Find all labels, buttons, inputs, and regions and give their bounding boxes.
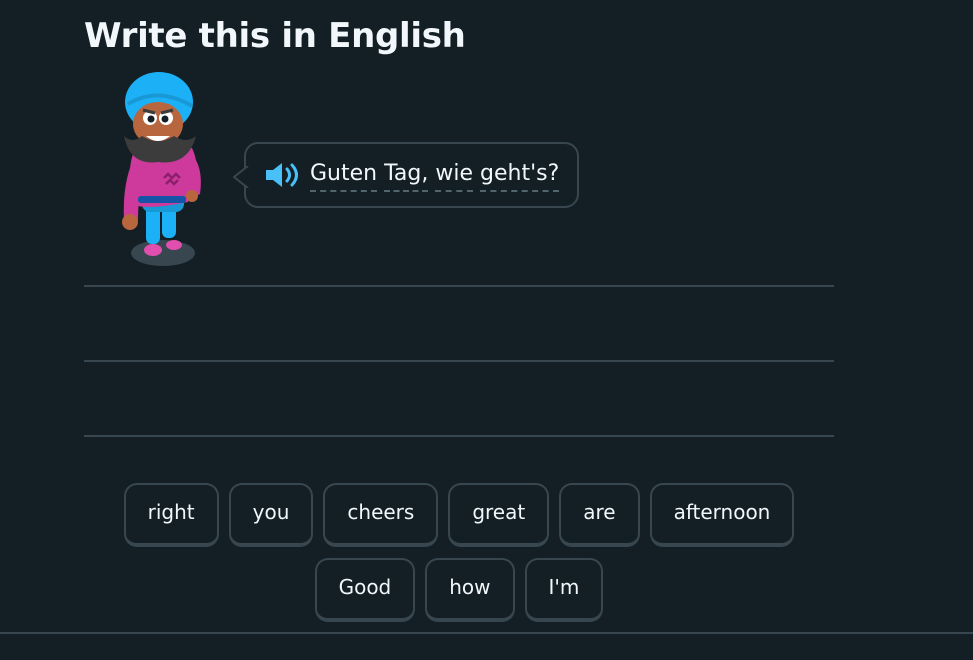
word-tile-im[interactable]: I'm bbox=[524, 558, 604, 622]
prompt-sentence: Guten Tag, wie geht's? bbox=[310, 160, 560, 192]
prompt-word[interactable]: geht's? bbox=[480, 160, 560, 192]
speech-bubble: Guten Tag, wie geht's? bbox=[233, 142, 580, 208]
word-tile-how[interactable]: how bbox=[425, 558, 515, 622]
word-tile-great[interactable]: great bbox=[448, 483, 550, 547]
character-avatar-icon bbox=[122, 72, 201, 266]
speaker-icon[interactable] bbox=[264, 161, 300, 189]
page-title: Write this in English bbox=[84, 16, 466, 56]
answer-line bbox=[84, 435, 834, 437]
prompt-word[interactable]: Guten bbox=[310, 160, 378, 192]
word-tile-you[interactable]: you bbox=[228, 483, 314, 547]
footer-divider bbox=[0, 632, 973, 634]
word-bank-row: Good how I'm bbox=[84, 558, 834, 622]
character-illustration bbox=[108, 70, 218, 275]
word-bank-row: right you cheers great are afternoon bbox=[84, 483, 834, 547]
word-tile-good[interactable]: Good bbox=[314, 558, 416, 622]
word-tile-right[interactable]: right bbox=[123, 483, 219, 547]
answer-line bbox=[84, 360, 834, 362]
word-tile-cheers[interactable]: cheers bbox=[323, 483, 439, 547]
word-tile-afternoon[interactable]: afternoon bbox=[649, 483, 795, 547]
lesson-screen: Write this in English Guten Tag, wie geh… bbox=[0, 0, 973, 660]
prompt-word[interactable]: Tag, bbox=[384, 160, 429, 192]
answer-line bbox=[84, 285, 834, 287]
prompt-word[interactable]: wie bbox=[435, 160, 473, 192]
word-tile-are[interactable]: are bbox=[559, 483, 640, 547]
